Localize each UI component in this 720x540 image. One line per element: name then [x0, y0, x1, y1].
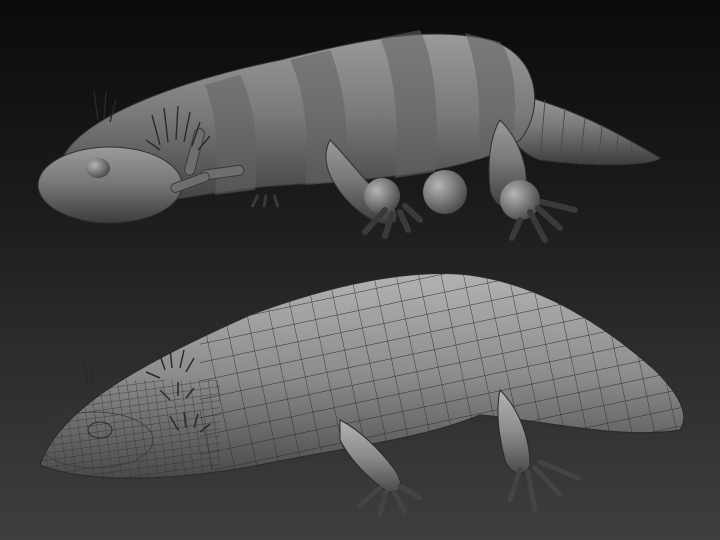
- segmented-base-mesh-axolotl[interactable]: [37, 30, 661, 243]
- hip-joint: [423, 170, 467, 214]
- 3d-viewport[interactable]: [0, 0, 720, 540]
- quad-topology-axolotl[interactable]: [30, 250, 700, 518]
- front-elbow: [364, 178, 400, 214]
- render-canvas: [30, 30, 700, 518]
- head-claws: [250, 194, 280, 208]
- head: [37, 146, 183, 224]
- eye-bump: [86, 158, 110, 178]
- wire-back-toes: [507, 459, 581, 513]
